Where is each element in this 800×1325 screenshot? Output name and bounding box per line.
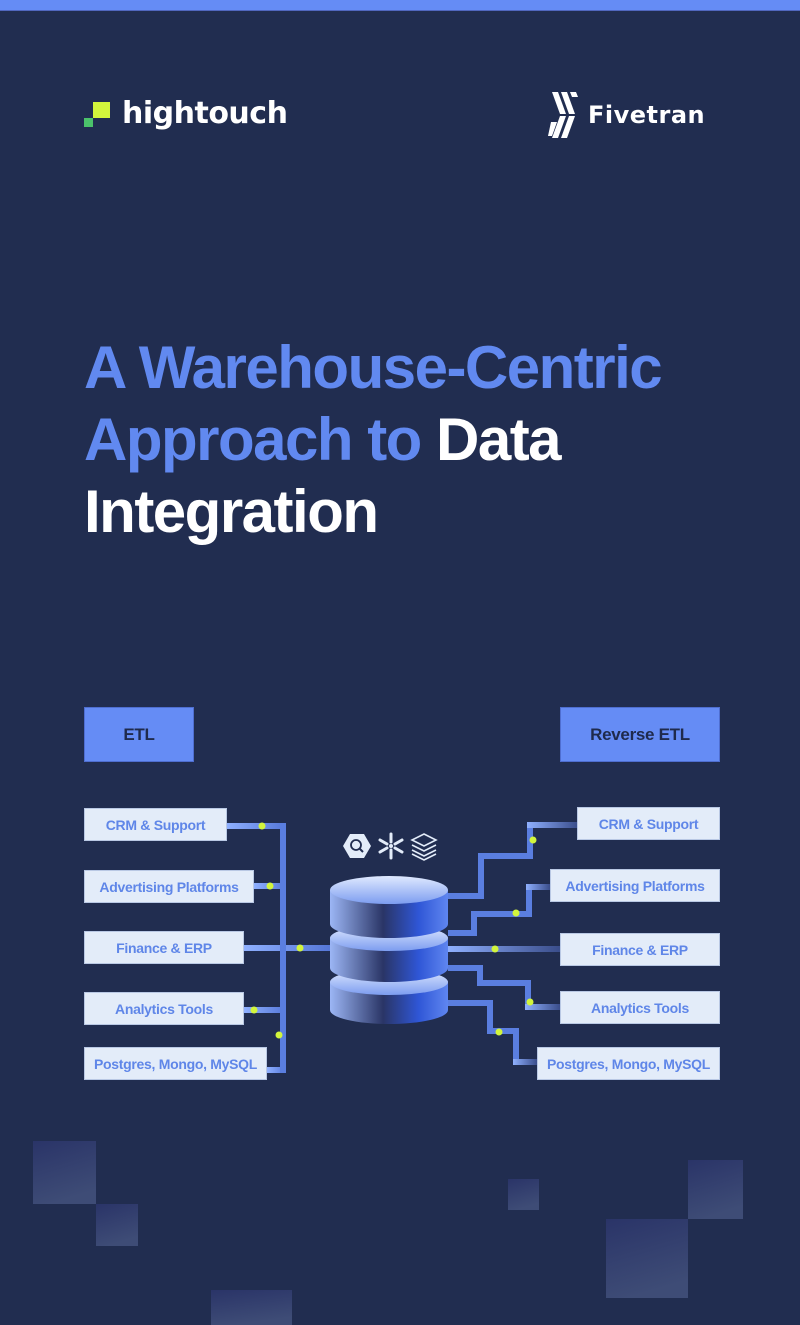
reverse-etl-connectors	[448, 822, 578, 1065]
reverse-etl-header: Reverse ETL	[560, 707, 720, 762]
decorative-squares	[33, 1141, 743, 1325]
retl-dest-finance: Finance & ERP	[560, 933, 720, 966]
etl-source-analytics: Analytics Tools	[84, 992, 244, 1025]
bigquery-icon	[343, 834, 371, 858]
etl-header: ETL	[84, 707, 194, 762]
retl-dest-crm: CRM & Support	[577, 807, 720, 840]
retl-dest-analytics: Analytics Tools	[560, 991, 720, 1024]
integration-diagram	[33, 822, 743, 1325]
snowflake-icon	[378, 832, 404, 860]
etl-source-advertising: Advertising Platforms	[84, 870, 254, 903]
etl-source-crm: CRM & Support	[84, 808, 227, 841]
retl-dest-databases: Postgres, Mongo, MySQL	[537, 1047, 720, 1080]
etl-source-databases: Postgres, Mongo, MySQL	[84, 1047, 267, 1080]
etl-source-finance: Finance & ERP	[84, 931, 244, 964]
databricks-icon	[410, 833, 438, 861]
retl-dest-advertising: Advertising Platforms	[550, 869, 720, 902]
data-warehouse-icon	[330, 876, 448, 1024]
